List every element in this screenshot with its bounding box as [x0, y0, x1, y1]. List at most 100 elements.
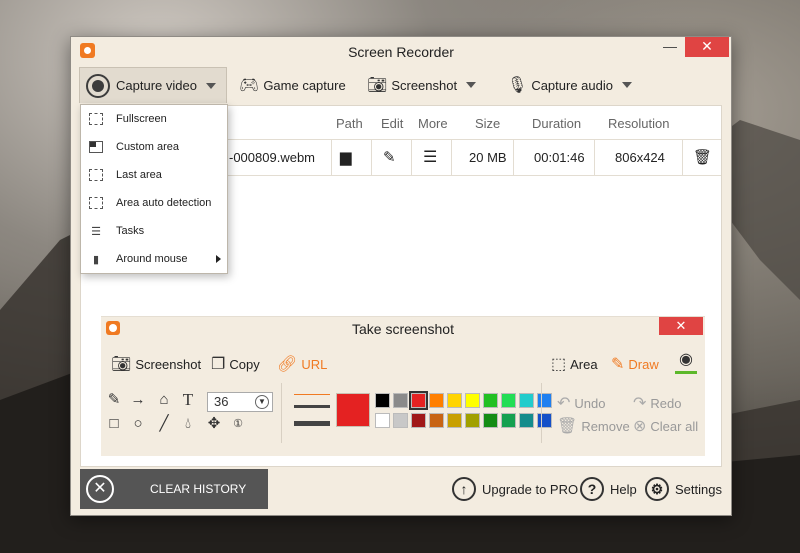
move-tool-icon[interactable]: ✥: [205, 415, 223, 433]
chevron-down-icon: [621, 82, 632, 88]
color-swatch[interactable]: [447, 413, 462, 428]
column-duration: Duration: [532, 116, 582, 131]
color-swatch[interactable]: [465, 393, 480, 408]
menu-item-label: Custom area: [116, 141, 179, 153]
color-swatch[interactable]: [501, 413, 516, 428]
custom-area-icon: [89, 141, 103, 153]
menu-item-around-mouse[interactable]: ▮ Around mouse: [81, 245, 227, 273]
url-label: URL: [301, 356, 328, 372]
help-icon: ?: [580, 477, 604, 501]
color-swatch[interactable]: [537, 413, 552, 428]
trash-icon[interactable]: 🗑︎: [693, 148, 712, 166]
column-size: Size: [475, 116, 501, 131]
trash-icon: 🗑︎: [557, 418, 578, 435]
pencil-icon[interactable]: ✎: [383, 148, 396, 166]
line-thin-option[interactable]: [294, 394, 330, 395]
step-tool-icon[interactable]: ①: [229, 415, 247, 433]
color-swatch[interactable]: [393, 393, 408, 408]
menu-item-tasks[interactable]: ☰ Tasks: [81, 217, 227, 245]
clear-all-label: Clear all: [650, 418, 699, 434]
take-screenshot-panel: Take screenshot ✕ 📷︎ Screenshot ❐ Copy 🔗…: [101, 316, 705, 456]
line-tool-icon[interactable]: ╱: [155, 415, 173, 433]
color-swatch[interactable]: [447, 393, 462, 408]
menu-item-label: Tasks: [116, 225, 145, 237]
copy-button[interactable]: ❐ Copy: [207, 354, 260, 374]
close-button[interactable]: ✕: [685, 37, 729, 57]
clear-history-button[interactable]: ✕ CLEAR HISTORY: [80, 469, 268, 509]
capture-audio-label: Capture audio: [531, 77, 613, 93]
draw-button[interactable]: ✎ Draw: [607, 354, 659, 374]
highlighter-tool-icon[interactable]: ⌂: [155, 391, 173, 409]
close-circle-icon: ✕: [86, 475, 114, 503]
pencil-tool-icon[interactable]: ✎: [105, 391, 123, 409]
color-swatch[interactable]: [409, 391, 428, 410]
color-swatch[interactable]: [429, 413, 444, 428]
microphone-icon: 🎙︎: [507, 77, 528, 94]
remove-button[interactable]: 🗑︎ Remove: [553, 416, 630, 436]
color-swatch[interactable]: [483, 393, 498, 408]
font-size-select[interactable]: 36 ▼: [207, 392, 273, 412]
bottom-bar: ✕ CLEAR HISTORY ↑ Upgrade to PRO ? Help …: [80, 469, 724, 509]
remove-label: Remove: [581, 418, 630, 434]
tasks-icon: ☰: [91, 225, 101, 238]
color-swatch[interactable]: [465, 413, 480, 428]
chevron-right-icon: [216, 255, 221, 263]
capture-video-button[interactable]: Capture video: [79, 67, 227, 103]
pencil-icon: ✎: [611, 356, 625, 373]
current-color-swatch[interactable]: [336, 393, 370, 427]
color-swatch[interactable]: [429, 393, 444, 408]
capture-mode-dropdown: Fullscreen Custom area Last area Area au…: [80, 104, 228, 274]
minimize-button[interactable]: —: [655, 37, 685, 57]
color-swatch[interactable]: [411, 413, 426, 428]
game-capture-button[interactable]: 🎮︎ Game capture: [235, 67, 346, 103]
undo-button[interactable]: ↶ Undo: [553, 393, 605, 413]
line-thick-option[interactable]: [294, 421, 330, 426]
text-tool-icon[interactable]: T: [179, 391, 197, 409]
column-path: Path: [336, 116, 363, 131]
menu-item-area-auto-detection[interactable]: Area auto detection: [81, 189, 227, 217]
arrow-up-icon: ↑: [452, 477, 476, 501]
menu-item-custom-area[interactable]: Custom area: [81, 133, 227, 161]
line-medium-option[interactable]: [294, 405, 330, 408]
clear-all-button[interactable]: ⊗ Clear all: [629, 416, 698, 436]
menu-item-fullscreen[interactable]: Fullscreen: [81, 105, 227, 133]
help-button[interactable]: ? Help: [580, 477, 637, 501]
color-swatch[interactable]: [519, 413, 534, 428]
area-label: Area: [570, 356, 598, 372]
save-screenshot-button[interactable]: 📷︎ Screenshot: [107, 354, 201, 374]
copy-label: Copy: [229, 356, 260, 372]
arrow-tool-icon[interactable]: →: [129, 391, 147, 409]
link-icon: 🔗︎: [277, 356, 298, 373]
upgrade-button[interactable]: ↑ Upgrade to PRO: [452, 477, 578, 501]
blur-tool-icon[interactable]: 💧︎: [179, 415, 197, 433]
gamepad-icon: 🎮︎: [239, 77, 260, 94]
menu-item-label: Around mouse: [116, 253, 188, 265]
screenshot-button[interactable]: 📷︎ Screenshot: [363, 67, 477, 103]
color-swatch[interactable]: [375, 393, 390, 408]
color-swatch[interactable]: [375, 413, 390, 428]
color-swatch[interactable]: [501, 393, 516, 408]
folder-icon[interactable]: ▆: [340, 148, 352, 166]
area-button[interactable]: ⬚ Area: [547, 354, 598, 374]
rectangle-tool-icon[interactable]: □: [105, 415, 123, 433]
panel-close-button[interactable]: ✕: [659, 317, 703, 335]
menu-icon[interactable]: ☰: [423, 147, 437, 167]
menu-item-label: Last area: [116, 169, 162, 181]
color-swatch[interactable]: [519, 393, 534, 408]
webcam-button[interactable]: ◉: [675, 349, 697, 374]
settings-button[interactable]: ⚙ Settings: [645, 477, 722, 501]
font-size-value: 36: [214, 394, 229, 409]
color-swatch[interactable]: [393, 413, 408, 428]
redo-button[interactable]: ↷ Redo: [629, 393, 681, 413]
menu-item-last-area[interactable]: Last area: [81, 161, 227, 189]
color-swatch[interactable]: [483, 413, 498, 428]
url-button[interactable]: 🔗︎ URL: [273, 354, 327, 374]
chevron-down-icon: ▼: [255, 395, 269, 409]
record-icon: [86, 73, 110, 98]
area-select-icon: ⬚: [551, 356, 567, 373]
color-swatch[interactable]: [537, 393, 552, 408]
ellipse-tool-icon[interactable]: ○: [129, 415, 147, 433]
file-resolution: 806x424: [615, 150, 665, 165]
auto-detect-icon: [89, 197, 103, 209]
capture-audio-button[interactable]: 🎙︎ Capture audio: [503, 67, 632, 103]
